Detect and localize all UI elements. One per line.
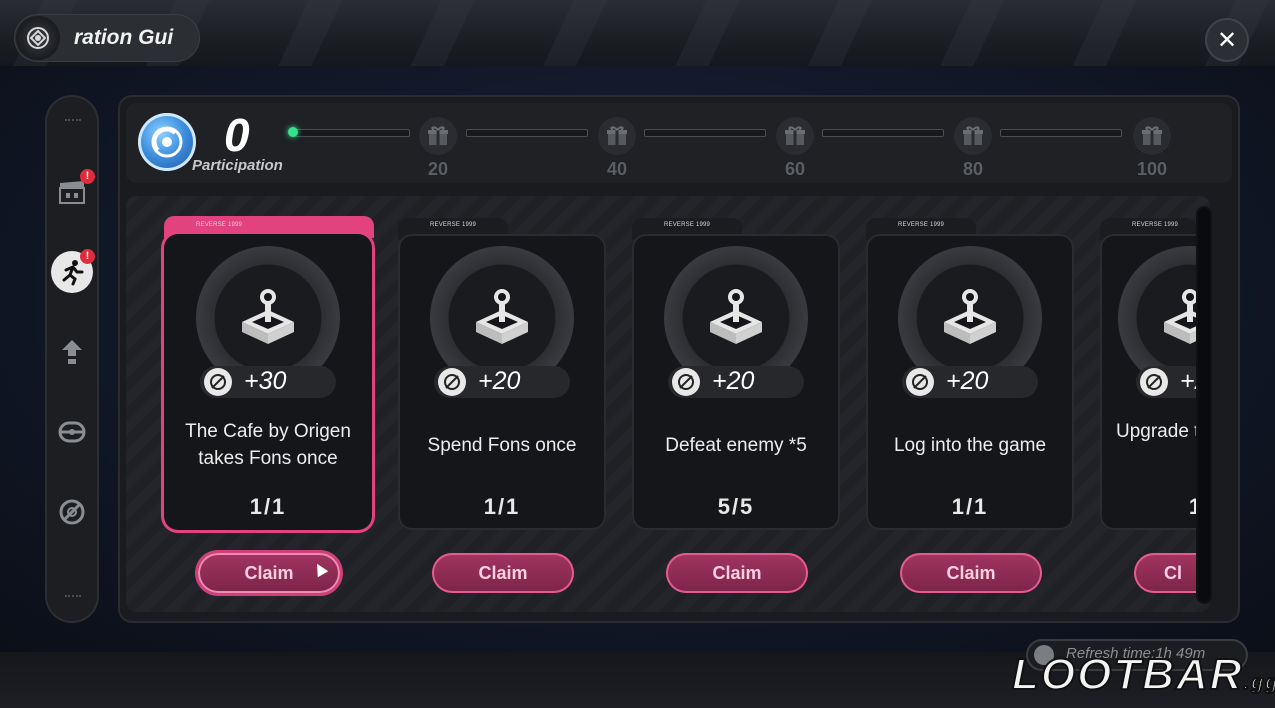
gift-icon[interactable]	[954, 117, 992, 155]
card-tab-label: REVERSE 1999	[664, 222, 711, 228]
progress-indicator	[288, 127, 298, 137]
lootbar-watermark: LOOTBAR.gg	[1011, 649, 1275, 700]
clapperboard-icon	[59, 181, 85, 204]
progress-segment	[1000, 129, 1122, 137]
watermark-suffix: .gg	[1243, 671, 1275, 695]
sidebar-item-clapperboard[interactable]: !	[51, 169, 95, 213]
notification-badge: !	[80, 169, 95, 184]
points-value: +30	[244, 367, 287, 395]
sidebar-item-runner[interactable]: !	[51, 249, 95, 293]
card-tab-label: REVERSE 1999	[196, 222, 243, 228]
gift-icon[interactable]	[1133, 117, 1171, 155]
card-tab-label: REVERSE 1999	[898, 222, 945, 228]
milestone-label: 60	[784, 159, 806, 179]
participation-label: Participation	[192, 157, 283, 174]
watermark-text: LOOTBAR	[1011, 649, 1244, 700]
participation-small-icon	[906, 368, 934, 396]
task-description: Upgrade ti	[1116, 421, 1198, 442]
gift-icon[interactable]	[419, 117, 457, 155]
task-card[interactable]: +30 The Cafe by Origen takes Fons once 1…	[164, 234, 372, 530]
scrollbar-thumb[interactable]	[1198, 208, 1210, 602]
participation-small-icon	[204, 368, 232, 396]
participation-progress	[126, 103, 1232, 183]
task-card[interactable]: +2 Upgrade ti 1	[1100, 234, 1198, 530]
joystick-icon	[936, 284, 1004, 352]
claim-button[interactable]: Claim	[900, 553, 1042, 593]
points-value: +20	[946, 367, 989, 395]
joystick-icon	[234, 284, 302, 352]
task-description: Log into the game	[893, 435, 1047, 456]
milestone-label: 80	[962, 159, 984, 179]
task-progress: 1/1	[483, 494, 521, 519]
progress-segment	[466, 129, 588, 137]
progress-segment	[822, 129, 944, 137]
sidebar: ! !	[45, 95, 99, 623]
participation-small-icon	[672, 368, 700, 396]
task-description: Spend Fons once	[427, 435, 577, 456]
sidebar-top-grip	[65, 119, 81, 123]
card-tab-label: REVERSE 1999	[1132, 222, 1179, 228]
task-card[interactable]: +20 Log into the game 1/1	[866, 234, 1074, 530]
joystick-icon	[702, 284, 770, 352]
joystick-icon	[468, 284, 536, 352]
claim-button[interactable]: Claim	[666, 553, 808, 593]
points-value: +20	[712, 367, 755, 395]
task-progress: 1/1	[249, 494, 287, 519]
task-card[interactable]: +20 Defeat enemy *5 5/5	[632, 234, 840, 530]
notification-badge: !	[80, 249, 95, 264]
participation-value: 0	[224, 109, 250, 161]
joystick-icon	[1156, 284, 1198, 352]
gift-icon[interactable]	[776, 117, 814, 155]
task-description: Defeat enemy *5	[665, 435, 807, 456]
sidebar-item-pokeball[interactable]	[51, 411, 93, 453]
page-title: ration Gui	[74, 26, 174, 49]
task-description: The Cafe by Origen takes Fons once	[185, 421, 351, 469]
capsule-icon	[58, 421, 86, 443]
milestone-label: 100	[1136, 159, 1168, 179]
progress-segment	[644, 129, 766, 137]
milestone-label: 40	[606, 159, 628, 179]
sidebar-item-disc[interactable]	[51, 491, 93, 533]
task-card[interactable]: +20 Spend Fons once 1/1	[398, 234, 606, 530]
milestone-label: 20	[427, 159, 449, 179]
disc-icon	[59, 499, 85, 525]
guide-logo-icon	[18, 18, 58, 58]
task-progress: 5/5	[717, 494, 755, 519]
card-tab-label: REVERSE 1999	[430, 222, 477, 228]
gift-icon[interactable]	[598, 117, 636, 155]
close-button[interactable]: ✕	[1205, 18, 1249, 62]
sidebar-item-upgrade[interactable]	[51, 331, 93, 373]
participation-small-icon	[438, 368, 466, 396]
title-pill: ration Gui	[14, 14, 200, 62]
sidebar-bottom-grip	[65, 595, 81, 599]
claim-button[interactable]: Claim	[432, 553, 574, 593]
task-progress: 1/1	[951, 494, 989, 519]
points-value: +20	[478, 367, 521, 395]
arrow-up-icon	[62, 340, 82, 364]
participation-icon	[138, 113, 196, 171]
progress-segment	[290, 129, 410, 137]
participation-small-icon	[1140, 368, 1168, 396]
claim-button[interactable]: Cl	[1134, 553, 1198, 593]
